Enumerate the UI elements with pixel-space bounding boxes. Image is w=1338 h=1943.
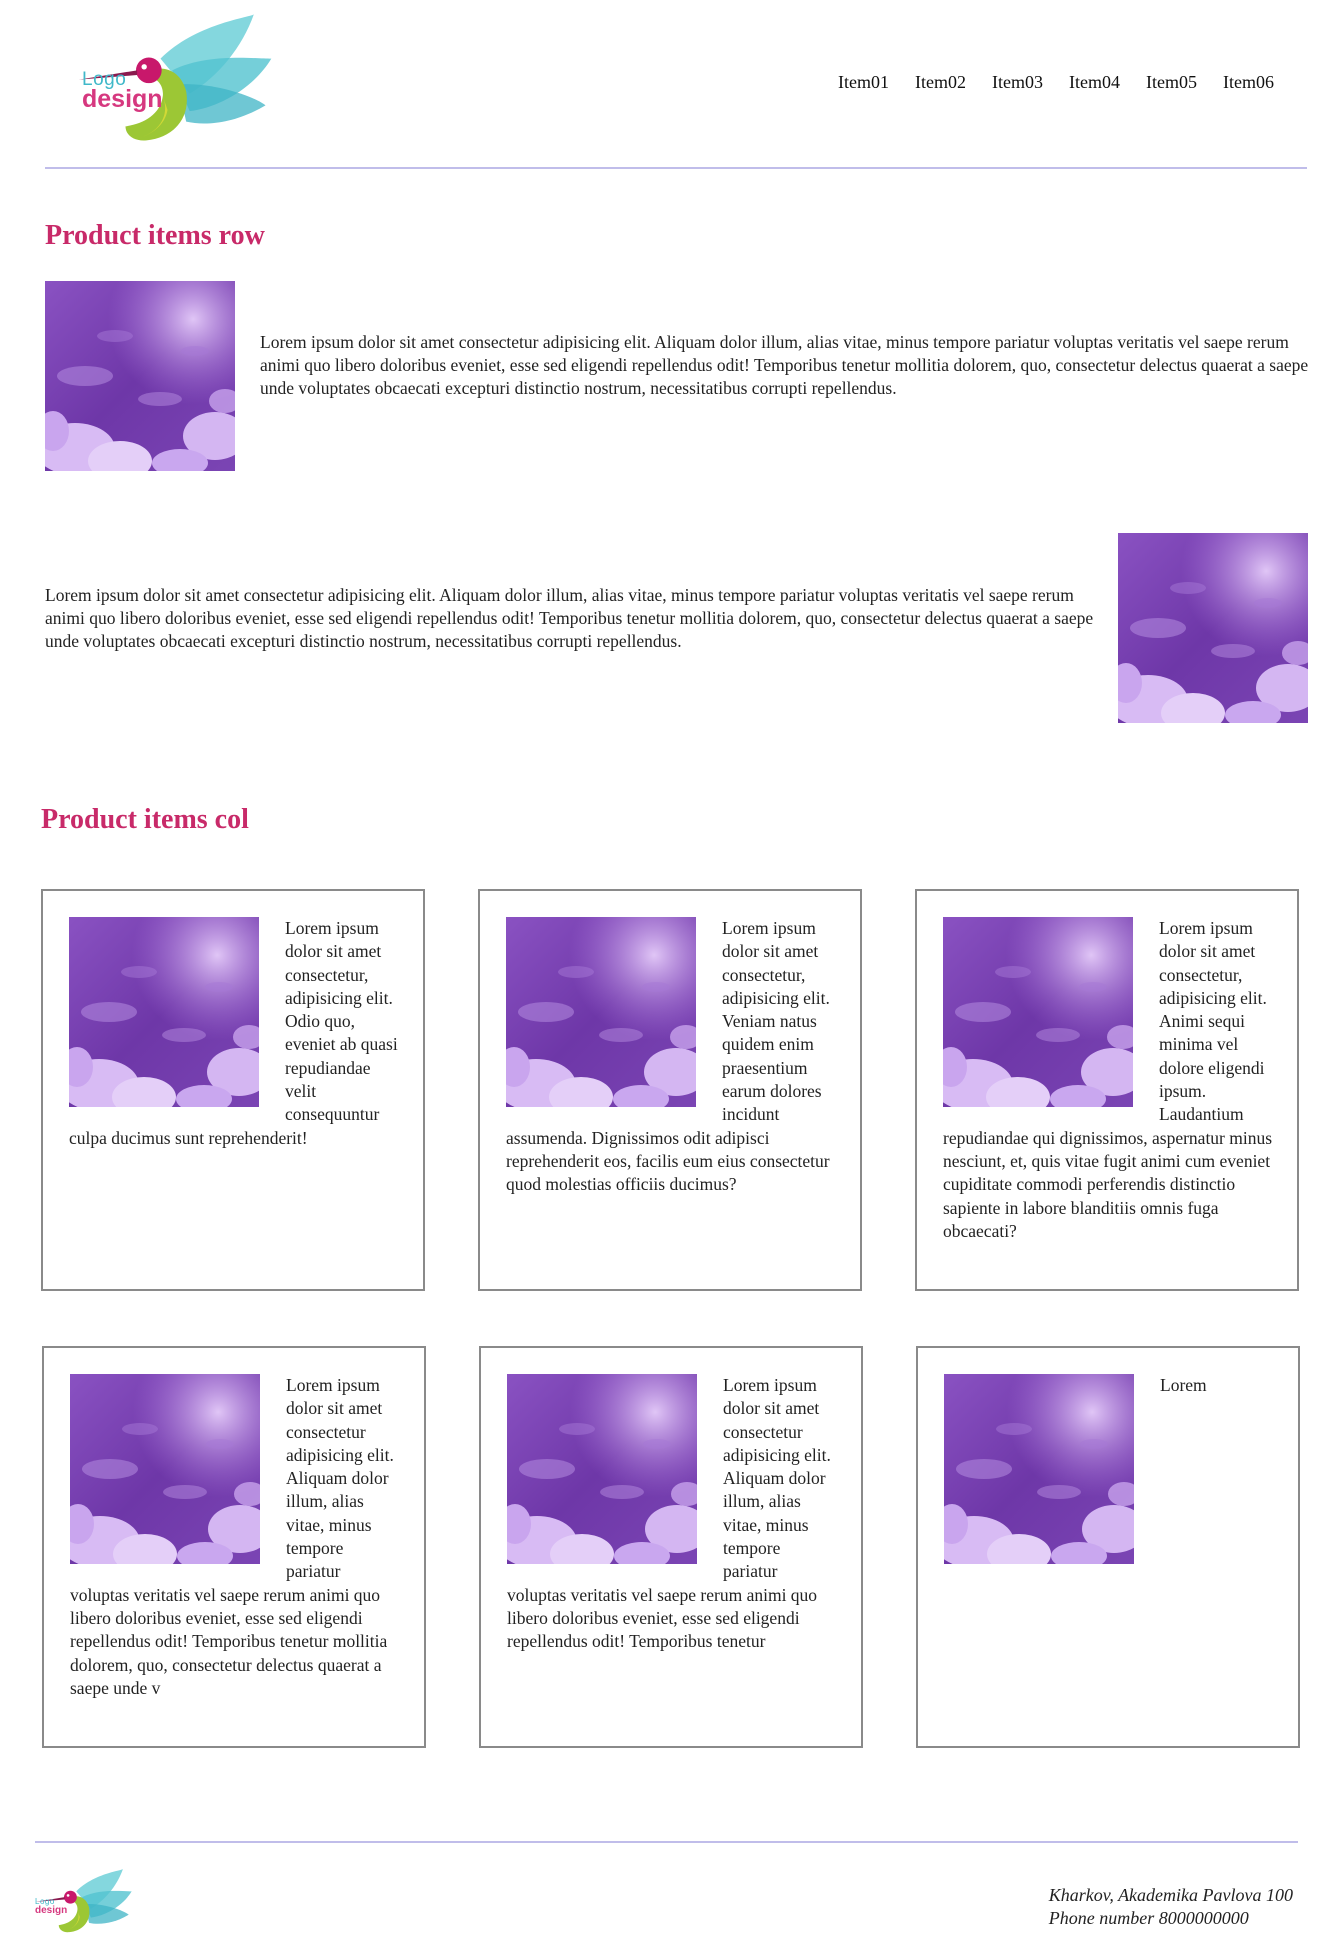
- nav-item-06[interactable]: Item06: [1223, 72, 1274, 93]
- section-title-row: Product items row: [45, 220, 265, 251]
- nav-item-03[interactable]: Item03: [992, 72, 1043, 93]
- footer-contact: Kharkov, Akademika Pavlova 100 Phone num…: [1049, 1884, 1293, 1930]
- row-item-2-text: Lorem ipsum dolor sit amet consectetur a…: [45, 585, 1094, 651]
- product-card-6-image: [944, 1374, 1134, 1564]
- product-card-1[interactable]: Lorem ipsum dolor sit amet consectetur, …: [41, 889, 425, 1291]
- header-divider: [45, 167, 1307, 169]
- product-card-6[interactable]: Lorem: [916, 1346, 1300, 1748]
- main-nav: Item01 Item02 Item03 Item04 Item05 Item0…: [838, 72, 1274, 93]
- footer-logo-text-line2: design: [35, 1905, 68, 1916]
- product-card-2[interactable]: Lorem ipsum dolor sit amet consectetur, …: [478, 889, 862, 1291]
- footer-divider: [35, 1841, 1298, 1843]
- product-card-4-image: [70, 1374, 260, 1564]
- product-card-6-text: Lorem: [1160, 1375, 1207, 1395]
- nav-item-04[interactable]: Item04: [1069, 72, 1120, 93]
- logo-wordmark: Logo design: [82, 70, 163, 112]
- footer-phone: Phone number 8000000000: [1048, 1908, 1249, 1928]
- footer-logo[interactable]: Logo design: [35, 1868, 135, 1938]
- product-card-5[interactable]: Lorem ipsum dolor sit amet consectetur a…: [479, 1346, 863, 1748]
- product-card-3-image: [943, 917, 1133, 1107]
- footer-address: Kharkov, Akademika Pavlova 100: [1048, 1885, 1293, 1905]
- logo[interactable]: Logo design: [78, 12, 278, 152]
- section-title-col: Product items col: [41, 804, 249, 835]
- product-card-4[interactable]: Lorem ipsum dolor sit amet consectetur a…: [42, 1346, 426, 1748]
- logo-text-line2: design: [82, 85, 163, 113]
- footer-logo-wordmark: Logo design: [35, 1898, 67, 1916]
- nav-item-02[interactable]: Item02: [915, 72, 966, 93]
- row-item-1-text: Lorem ipsum dolor sit amet consectetur a…: [260, 332, 1309, 398]
- row-item-1-image: [45, 281, 235, 471]
- nav-item-05[interactable]: Item05: [1146, 72, 1197, 93]
- product-card-5-image: [507, 1374, 697, 1564]
- product-card-3[interactable]: Lorem ipsum dolor sit amet consectetur, …: [915, 889, 1299, 1291]
- row-item-2-image: [1118, 533, 1308, 723]
- nav-item-01[interactable]: Item01: [838, 72, 889, 93]
- product-card-1-image: [69, 917, 259, 1107]
- product-card-2-image: [506, 917, 696, 1107]
